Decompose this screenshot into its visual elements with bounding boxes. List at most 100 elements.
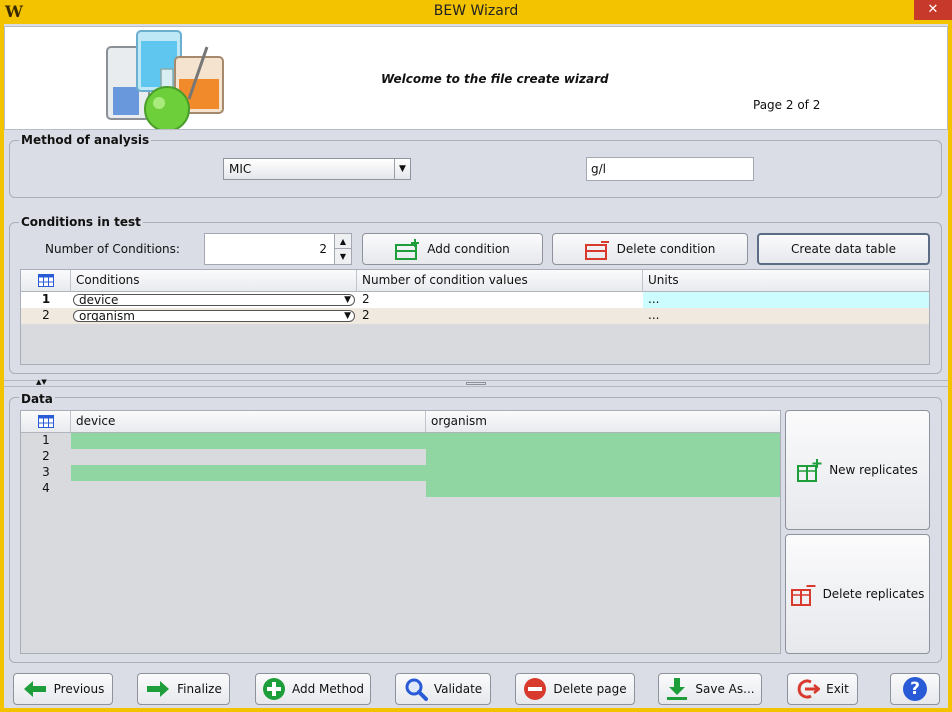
- create-data-table-button[interactable]: Create data table: [757, 233, 930, 265]
- method-select-value: MIC: [229, 162, 252, 176]
- laboratory-glassware-icon: [106, 30, 224, 129]
- add-condition-label: Add condition: [427, 242, 510, 256]
- arrow-left-icon: [23, 681, 46, 697]
- add-table-row-icon: [395, 239, 420, 260]
- delete-page-label: Delete page: [553, 682, 627, 696]
- device-cell[interactable]: [71, 433, 426, 449]
- validate-button[interactable]: Validate: [395, 673, 491, 705]
- column-header-units[interactable]: Units: [643, 270, 929, 291]
- save-as-button[interactable]: Save As...: [658, 673, 762, 705]
- data-group-title: Data: [19, 392, 55, 406]
- delete-replicates-label: Delete replicates: [822, 587, 925, 601]
- create-data-table-label: Create data table: [791, 242, 896, 256]
- exit-button[interactable]: Exit: [787, 673, 858, 705]
- organism-cell[interactable]: [426, 449, 780, 465]
- add-method-label: Add Method: [291, 682, 365, 696]
- condition-values-cell[interactable]: 2: [357, 292, 643, 307]
- delete-table-row-icon: [584, 241, 609, 260]
- condition-value: device: [79, 294, 119, 306]
- split-pane-divider[interactable]: ▲▼: [4, 378, 948, 387]
- arrow-right-icon: [147, 681, 170, 697]
- decrement-arrow-icon[interactable]: ▼: [334, 249, 351, 264]
- wizard-header: Welcome to the file create wizard Page 2…: [4, 26, 948, 130]
- method-unit-input[interactable]: g/l: [586, 157, 754, 181]
- device-cell[interactable]: [71, 465, 426, 481]
- help-button[interactable]: ?: [890, 673, 940, 705]
- method-select[interactable]: MIC ▼: [223, 158, 411, 180]
- finalize-button[interactable]: Finalize: [137, 673, 230, 705]
- row-index: 4: [42, 481, 50, 495]
- minus-circle-icon: [524, 678, 547, 700]
- wizard-client-area: Welcome to the file create wizard Page 2…: [4, 24, 948, 708]
- table-row[interactable]: 3: [21, 465, 780, 481]
- collapse-arrows-icon[interactable]: ▲▼: [36, 378, 47, 386]
- finalize-label: Finalize: [177, 682, 222, 696]
- number-of-conditions-value: 2: [319, 242, 327, 256]
- drag-handle-icon[interactable]: [466, 382, 486, 385]
- table-row[interactable]: 4: [21, 481, 780, 497]
- wizard-welcome-title: Welcome to the file create wizard: [381, 72, 609, 86]
- table-grid-icon: [21, 411, 71, 432]
- row-index: 2: [42, 308, 50, 322]
- organism-cell[interactable]: [426, 465, 780, 481]
- table-row[interactable]: 1: [21, 433, 780, 449]
- units-cell[interactable]: ...: [643, 308, 929, 323]
- table-row[interactable]: 1 device ▼ 2 ...: [21, 292, 929, 308]
- add-method-button[interactable]: Add Method: [255, 673, 371, 705]
- table-row[interactable]: 2 organism ▼ 2 ...: [21, 308, 929, 324]
- condition-select[interactable]: organism ▼: [73, 310, 355, 322]
- previous-label: Previous: [53, 682, 105, 696]
- new-replicates-label: New replicates: [829, 463, 918, 477]
- row-index: 3: [42, 465, 50, 479]
- row-index: 2: [42, 449, 50, 463]
- exit-door-icon: [797, 679, 821, 699]
- column-header-device[interactable]: device: [71, 411, 426, 432]
- title-bar: W BEW Wizard ✕: [0, 0, 952, 24]
- chevron-down-icon[interactable]: ▼: [394, 159, 410, 179]
- data-table-header: device organism: [21, 411, 780, 433]
- increment-arrow-icon[interactable]: ▲: [334, 234, 351, 249]
- delete-table-column-icon: [790, 585, 816, 606]
- row-index: 1: [41, 292, 51, 306]
- organism-cell[interactable]: [426, 433, 780, 449]
- save-as-label: Save As...: [695, 682, 755, 696]
- method-unit-value: g/l: [591, 162, 606, 176]
- column-header-organism[interactable]: organism: [426, 411, 780, 432]
- condition-value: organism: [79, 310, 135, 322]
- close-window-button[interactable]: ✕: [914, 0, 952, 20]
- condition-select[interactable]: device ▼: [73, 294, 355, 306]
- organism-cell[interactable]: [426, 481, 780, 497]
- condition-values-cell[interactable]: 2: [357, 308, 643, 323]
- delete-condition-label: Delete condition: [616, 242, 716, 256]
- delete-condition-button[interactable]: Delete condition: [552, 233, 748, 265]
- conditions-table-header: Conditions Number of condition values Un…: [21, 270, 929, 292]
- add-condition-button[interactable]: Add condition: [362, 233, 543, 265]
- number-of-conditions-spinner[interactable]: 2 ▲ ▼: [204, 233, 352, 265]
- help-icon: ?: [903, 677, 927, 701]
- exit-label: Exit: [826, 682, 849, 696]
- validate-label: Validate: [433, 682, 483, 696]
- delete-replicates-button[interactable]: Delete replicates: [785, 534, 930, 654]
- add-table-column-icon: [797, 459, 822, 482]
- method-group-title: Method of analysis: [19, 133, 152, 147]
- row-index: 1: [42, 433, 50, 447]
- window-title: BEW Wizard: [433, 3, 519, 19]
- column-header-conditions[interactable]: Conditions: [71, 270, 357, 291]
- device-cell[interactable]: [71, 449, 426, 465]
- data-table: device organism 1 2 3 4: [20, 410, 781, 654]
- number-of-conditions-label: Number of Conditions:: [45, 242, 180, 256]
- table-row[interactable]: 2: [21, 449, 780, 465]
- delete-page-button[interactable]: Delete page: [515, 673, 635, 705]
- units-cell[interactable]: ...: [643, 292, 929, 308]
- new-replicates-button[interactable]: New replicates: [785, 410, 930, 530]
- column-header-condition-values[interactable]: Number of condition values: [357, 270, 643, 291]
- magnifier-icon: [405, 678, 428, 701]
- chevron-down-icon[interactable]: ▼: [344, 311, 351, 321]
- plus-circle-icon: [262, 678, 285, 700]
- table-grid-icon: [21, 270, 71, 291]
- conditions-group-title: Conditions in test: [19, 215, 143, 229]
- page-indicator: Page 2 of 2: [753, 98, 821, 112]
- previous-button[interactable]: Previous: [13, 673, 113, 705]
- chevron-down-icon[interactable]: ▼: [344, 295, 351, 305]
- device-cell[interactable]: [71, 481, 426, 497]
